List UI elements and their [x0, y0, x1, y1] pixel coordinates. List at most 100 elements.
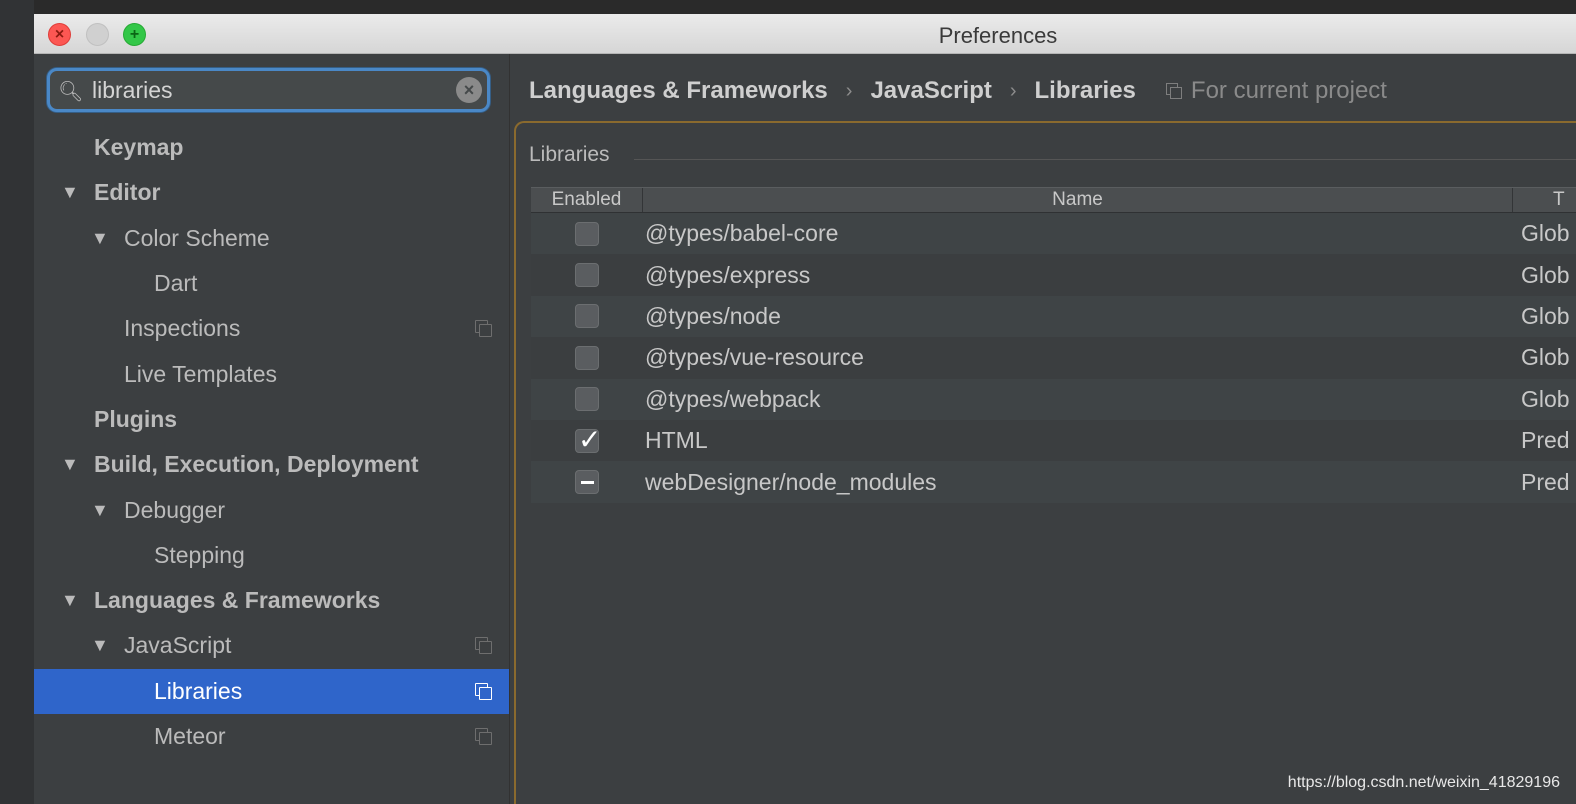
tree-item-label: Build, Execution, Deployment	[94, 451, 419, 478]
enabled-checkbox[interactable]	[575, 470, 599, 495]
tree-item-build-execution-deployment[interactable]: ▼ Build, Execution, Deployment	[34, 442, 509, 487]
library-type: Glob	[1521, 261, 1570, 288]
expand-arrow-icon[interactable]: ▼	[91, 635, 109, 656]
table-row[interactable]: @types/webpack Glob	[531, 378, 1576, 420]
expand-arrow-icon[interactable]: ▼	[61, 182, 79, 203]
tree-item-label: Libraries	[154, 677, 243, 704]
tree-item-keymap[interactable]: Keymap	[34, 125, 509, 170]
settings-sidebar: 🔍︎ × Keymap ▼ Editor ▼ Color Scheme Dart Inspe…	[34, 54, 509, 804]
enabled-checkbox[interactable]	[575, 423, 601, 456]
enabled-cell	[531, 387, 643, 412]
table-row[interactable]: @types/vue-resource Glob	[531, 337, 1576, 379]
tree-item-editor[interactable]: ▼ Editor	[34, 170, 509, 215]
table-row[interactable]: @types/node Glob	[531, 295, 1576, 338]
table-row[interactable]: HTML Pred	[531, 419, 1576, 462]
table-body: @types/babel-core Glob @types/express Glob @…	[531, 213, 1576, 503]
column-header-enabled[interactable]: Enabled	[531, 188, 643, 212]
watermark: https://blog.csdn.net/weixin_41829196	[1287, 774, 1560, 791]
tree-item-meteor[interactable]: Meteor	[34, 714, 509, 759]
project-scope-label: For current project	[1190, 77, 1387, 104]
table-row[interactable]: @types/express Glob	[531, 254, 1576, 296]
tree-item-label: Meteor	[154, 723, 226, 749]
enabled-checkbox[interactable]	[575, 345, 599, 370]
table-header: Enabled Name T	[531, 187, 1576, 213]
tree-item-label: JavaScript	[124, 632, 232, 659]
group-divider	[634, 159, 1576, 160]
settings-search-box[interactable]: 🔍︎ ×	[47, 68, 490, 112]
breadcrumb-separator-icon: ›	[1009, 79, 1017, 102]
library-name: @types/express	[645, 261, 811, 288]
expand-arrow-icon[interactable]: ▼	[91, 500, 109, 521]
settings-tree: Keymap ▼ Editor ▼ Color Scheme Dart Inspection…	[34, 125, 509, 759]
enabled-cell	[531, 423, 643, 456]
tree-item-libraries[interactable]: Libraries	[34, 668, 509, 714]
tree-item-label: Debugger	[124, 496, 226, 523]
enabled-cell	[531, 345, 643, 370]
library-name: webDesigner/node_modules	[645, 468, 937, 495]
enabled-checkbox[interactable]	[575, 263, 599, 288]
library-name: @types/vue-resource	[645, 344, 864, 371]
tree-item-label: Inspections	[124, 315, 241, 342]
library-type: Glob	[1521, 302, 1570, 329]
project-level-icon	[475, 637, 492, 655]
enabled-checkbox[interactable]	[575, 221, 599, 246]
breadcrumb-item-libraries: Libraries	[1034, 77, 1136, 104]
search-icon[interactable]: 🔍︎	[58, 79, 88, 103]
tree-item-plugins[interactable]: Plugins	[34, 397, 509, 442]
column-header-name[interactable]: Name	[643, 188, 1513, 212]
preferences-window: × – + Preferences 🔍︎ × Keymap ▼ Editor ▼ Col…	[34, 14, 1576, 804]
library-type: Glob	[1521, 220, 1570, 247]
ide-gutter	[0, 0, 34, 804]
tree-item-debugger[interactable]: ▼ Debugger	[34, 487, 509, 532]
window-title: Preferences	[938, 23, 1058, 48]
libraries-panel: Libraries Enabled Name T @types/babel-co…	[514, 121, 1576, 804]
title-bar: × – + Preferences	[34, 14, 1576, 54]
project-level-icon	[475, 727, 492, 745]
enabled-cell	[531, 470, 643, 495]
libraries-group-title: Libraries	[529, 143, 610, 166]
tree-item-stepping[interactable]: Stepping	[34, 533, 509, 578]
library-name: @types/babel-core	[645, 220, 839, 247]
library-type: Pred	[1521, 427, 1570, 454]
tree-item-languages-frameworks[interactable]: ▼ Languages & Frameworks	[34, 578, 509, 623]
tree-item-label: Stepping	[154, 541, 245, 568]
expand-arrow-icon[interactable]: ▼	[61, 590, 79, 611]
breadcrumb-item-languages-frameworks: Languages & Frameworks	[529, 77, 828, 104]
breadcrumb-separator-icon: ›	[845, 79, 853, 102]
library-type: Glob	[1521, 385, 1570, 412]
breadcrumb-item-javascript: JavaScript	[870, 77, 992, 104]
settings-content: Languages & Frameworks › JavaScript › Li…	[510, 54, 1576, 804]
library-type: Pred	[1521, 468, 1570, 495]
clear-search-icon[interactable]: ×	[456, 77, 482, 103]
project-level-icon	[475, 682, 492, 700]
tree-item-label: Plugins	[94, 405, 178, 432]
library-type: Glob	[1521, 344, 1570, 371]
tree-item-live-templates[interactable]: Live Templates	[34, 351, 509, 396]
project-scope-icon	[1165, 83, 1182, 99]
library-name: @types/node	[645, 302, 781, 329]
enabled-cell	[531, 263, 643, 288]
tree-item-inspections[interactable]: Inspections	[34, 306, 509, 351]
table-row[interactable]: @types/babel-core Glob	[531, 213, 1576, 255]
tree-item-label: Live Templates	[124, 360, 277, 387]
tree-item-label: Editor	[94, 179, 161, 206]
tree-item-label: Languages & Frameworks	[94, 587, 381, 614]
tree-item-label: Keymap	[94, 134, 184, 161]
enabled-checkbox[interactable]	[575, 387, 599, 412]
library-name: HTML	[645, 427, 708, 454]
libraries-table: Enabled Name T @types/babel-core Glob @typ…	[531, 187, 1576, 503]
library-name: @types/webpack	[645, 385, 821, 412]
tree-item-label: Dart	[154, 270, 198, 297]
project-level-icon	[475, 320, 492, 338]
search-input[interactable]	[92, 76, 452, 104]
expand-arrow-icon[interactable]: ▼	[91, 228, 109, 249]
tree-item-color-scheme[interactable]: ▼ Color Scheme	[34, 216, 509, 261]
tree-item-dart[interactable]: Dart	[34, 261, 509, 306]
tree-item-javascript[interactable]: ▼ JavaScript	[34, 623, 509, 668]
enabled-checkbox[interactable]	[575, 304, 599, 329]
project-scope-hint: For current project	[1165, 77, 1387, 105]
column-header-type[interactable]: T	[1513, 188, 1573, 212]
enabled-cell	[531, 304, 643, 329]
expand-arrow-icon[interactable]: ▼	[61, 454, 79, 475]
table-row[interactable]: webDesigner/node_modules Pred	[531, 461, 1576, 503]
